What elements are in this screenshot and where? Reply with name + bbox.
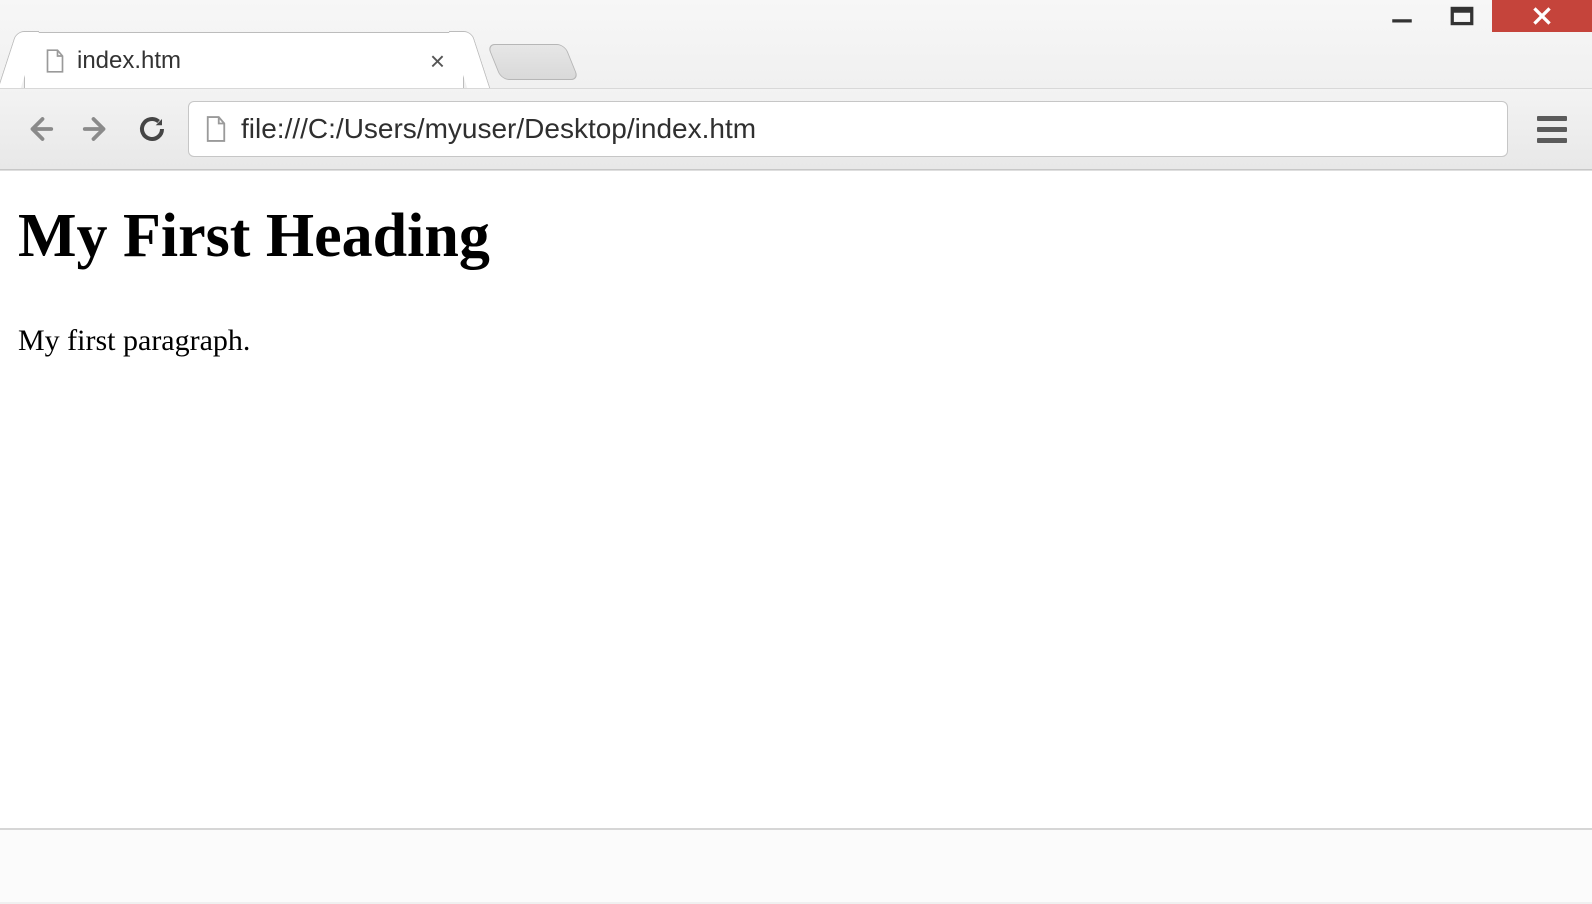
tab-strip: index.htm × xyxy=(0,0,1592,88)
page-paragraph: My first paragraph. xyxy=(18,324,1574,358)
page-heading: My First Heading xyxy=(18,201,1574,272)
forward-button[interactable] xyxy=(76,109,116,149)
footer-gap xyxy=(0,830,1592,902)
hamburger-icon xyxy=(1537,116,1567,121)
page-content: My First Heading My first paragraph. xyxy=(0,170,1592,830)
new-tab-button[interactable] xyxy=(487,44,580,80)
tab-close-button[interactable]: × xyxy=(430,48,445,74)
window-controls xyxy=(1372,0,1592,32)
tab-title: index.htm xyxy=(77,47,181,75)
file-icon xyxy=(205,115,227,143)
reload-button[interactable] xyxy=(132,109,172,149)
close-window-button[interactable] xyxy=(1492,0,1592,32)
maximize-button[interactable] xyxy=(1432,0,1492,32)
menu-button[interactable] xyxy=(1532,109,1572,149)
file-icon xyxy=(45,49,65,73)
browser-toolbar xyxy=(0,88,1592,170)
address-input[interactable] xyxy=(241,113,1491,145)
address-bar[interactable] xyxy=(188,101,1508,157)
browser-tab[interactable]: index.htm × xyxy=(24,32,464,88)
minimize-button[interactable] xyxy=(1372,0,1432,32)
back-button[interactable] xyxy=(20,109,60,149)
